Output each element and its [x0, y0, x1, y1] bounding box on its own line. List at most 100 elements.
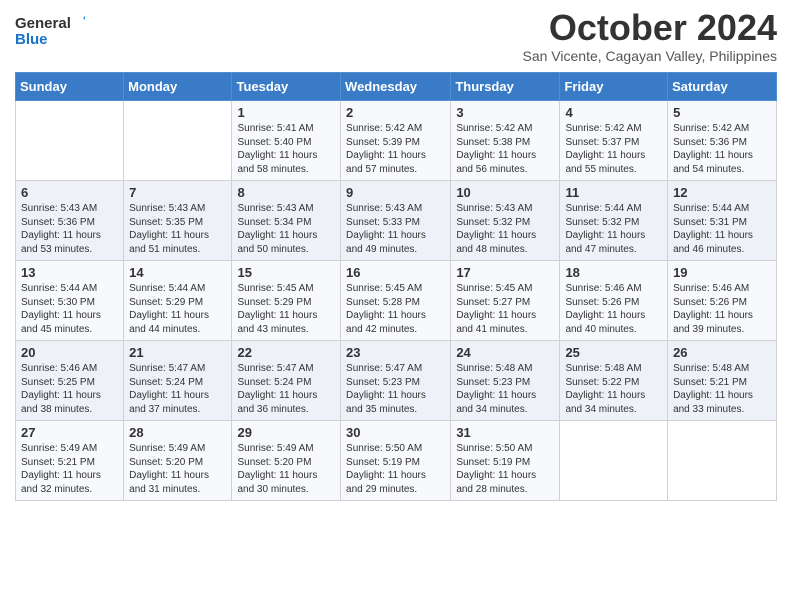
day-number: 1 — [237, 105, 335, 120]
calendar-cell: 3Sunrise: 5:42 AM Sunset: 5:38 PM Daylig… — [451, 101, 560, 181]
calendar-cell: 25Sunrise: 5:48 AM Sunset: 5:22 PM Dayli… — [560, 341, 668, 421]
calendar-day-header: Tuesday — [232, 73, 341, 101]
title-block: October 2024 San Vicente, Cagayan Valley… — [523, 10, 778, 64]
calendar-cell: 20Sunrise: 5:46 AM Sunset: 5:25 PM Dayli… — [16, 341, 124, 421]
day-number: 3 — [456, 105, 554, 120]
cell-content: Sunrise: 5:44 AM Sunset: 5:29 PM Dayligh… — [129, 282, 226, 336]
calendar-cell: 21Sunrise: 5:47 AM Sunset: 5:24 PM Dayli… — [124, 341, 232, 421]
subtitle: San Vicente, Cagayan Valley, Philippines — [523, 48, 778, 64]
calendar-cell — [16, 101, 124, 181]
calendar-week-row: 13 Sunrise: 5:44 AM Sunset: 5:30 PM Dayli… — [16, 261, 777, 341]
calendar-cell: 12Sunrise: 5:44 AM Sunset: 5:31 PM Dayli… — [668, 181, 777, 261]
calendar-cell: 15 Sunrise: 5:45 AM Sunset: 5:29 PM Dayli… — [232, 261, 341, 341]
cell-content: Sunrise: 5:44 AM Sunset: 5:32 PM Dayligh… — [565, 202, 662, 256]
calendar-cell: 28Sunrise: 5:49 AM Sunset: 5:20 PM Dayli… — [124, 421, 232, 501]
page: General Blue October 2024 San Vicente, C… — [0, 0, 792, 516]
cell-content: Sunrise: 5:45 AM Sunset: 5:28 PM Dayligh… — [346, 282, 445, 336]
calendar-day-header: Sunday — [16, 73, 124, 101]
calendar-day-header: Saturday — [668, 73, 777, 101]
day-number: 14 — [129, 265, 226, 280]
svg-text:Blue: Blue — [15, 31, 48, 48]
calendar-header-row: SundayMondayTuesdayWednesdayThursdayFrid… — [16, 73, 777, 101]
calendar-cell — [668, 421, 777, 501]
day-number: 10 — [456, 185, 554, 200]
calendar-week-row: 20Sunrise: 5:46 AM Sunset: 5:25 PM Dayli… — [16, 341, 777, 421]
day-number: 4 — [565, 105, 662, 120]
calendar-week-row: 27Sunrise: 5:49 AM Sunset: 5:21 PM Dayli… — [16, 421, 777, 501]
cell-content: Sunrise: 5:42 AM Sunset: 5:37 PM Dayligh… — [565, 122, 662, 176]
day-number: 19 — [673, 265, 771, 280]
calendar-cell: 11Sunrise: 5:44 AM Sunset: 5:32 PM Dayli… — [560, 181, 668, 261]
cell-content: Sunrise: 5:44 AM Sunset: 5:30 PM Dayligh… — [21, 282, 118, 336]
cell-content: Sunrise: 5:42 AM Sunset: 5:39 PM Dayligh… — [346, 122, 445, 176]
day-number: 17 — [456, 265, 554, 280]
calendar-cell: 30 Sunrise: 5:50 AM Sunset: 5:19 PM Dayli… — [341, 421, 451, 501]
calendar-cell: 17 Sunrise: 5:45 AM Sunset: 5:27 PM Dayli… — [451, 261, 560, 341]
cell-content: Sunrise: 5:48 AM Sunset: 5:23 PM Dayligh… — [456, 362, 554, 416]
calendar-day-header: Friday — [560, 73, 668, 101]
day-number: 21 — [129, 345, 226, 360]
cell-content: Sunrise: 5:49 AM Sunset: 5:20 PM Dayligh… — [129, 442, 226, 496]
svg-text:General: General — [15, 15, 71, 32]
day-number: 7 — [129, 185, 226, 200]
cell-content: Sunrise: 5:48 AM Sunset: 5:21 PM Dayligh… — [673, 362, 771, 416]
cell-content: Sunrise: 5:42 AM Sunset: 5:36 PM Dayligh… — [673, 122, 771, 176]
logo: General Blue — [15, 10, 85, 52]
day-number: 30 — [346, 425, 445, 440]
cell-content: Sunrise: 5:41 AM Sunset: 5:40 PM Dayligh… — [237, 122, 335, 176]
calendar-cell: 7 Sunrise: 5:43 AM Sunset: 5:35 PM Daylig… — [124, 181, 232, 261]
day-number: 25 — [565, 345, 662, 360]
calendar-cell: 22Sunrise: 5:47 AM Sunset: 5:24 PM Dayli… — [232, 341, 341, 421]
calendar-cell: 1 Sunrise: 5:41 AM Sunset: 5:40 PM Daylig… — [232, 101, 341, 181]
calendar-cell: 31 Sunrise: 5:50 AM Sunset: 5:19 PM Dayli… — [451, 421, 560, 501]
calendar-cell: 6Sunrise: 5:43 AM Sunset: 5:36 PM Daylig… — [16, 181, 124, 261]
day-number: 31 — [456, 425, 554, 440]
cell-content: Sunrise: 5:47 AM Sunset: 5:24 PM Dayligh… — [237, 362, 335, 416]
day-number: 29 — [237, 425, 335, 440]
calendar-week-row: 1 Sunrise: 5:41 AM Sunset: 5:40 PM Daylig… — [16, 101, 777, 181]
day-number: 9 — [346, 185, 445, 200]
cell-content: Sunrise: 5:43 AM Sunset: 5:33 PM Dayligh… — [346, 202, 445, 256]
calendar-cell: 24 Sunrise: 5:48 AM Sunset: 5:23 PM Dayli… — [451, 341, 560, 421]
calendar-cell: 29 Sunrise: 5:49 AM Sunset: 5:20 PM Dayli… — [232, 421, 341, 501]
calendar-cell: 16 Sunrise: 5:45 AM Sunset: 5:28 PM Dayli… — [341, 261, 451, 341]
cell-content: Sunrise: 5:43 AM Sunset: 5:32 PM Dayligh… — [456, 202, 554, 256]
calendar-cell: 13 Sunrise: 5:44 AM Sunset: 5:30 PM Dayli… — [16, 261, 124, 341]
cell-content: Sunrise: 5:43 AM Sunset: 5:35 PM Dayligh… — [129, 202, 226, 256]
day-number: 24 — [456, 345, 554, 360]
day-number: 18 — [565, 265, 662, 280]
logo-svg: General Blue — [15, 10, 85, 52]
day-number: 6 — [21, 185, 118, 200]
calendar-cell — [124, 101, 232, 181]
calendar-cell: 26 Sunrise: 5:48 AM Sunset: 5:21 PM Dayli… — [668, 341, 777, 421]
header: General Blue October 2024 San Vicente, C… — [15, 10, 777, 64]
cell-content: Sunrise: 5:43 AM Sunset: 5:34 PM Dayligh… — [237, 202, 335, 256]
cell-content: Sunrise: 5:45 AM Sunset: 5:29 PM Dayligh… — [237, 282, 335, 336]
calendar-cell: 8 Sunrise: 5:43 AM Sunset: 5:34 PM Daylig… — [232, 181, 341, 261]
day-number: 12 — [673, 185, 771, 200]
month-title: October 2024 — [523, 10, 778, 46]
day-number: 26 — [673, 345, 771, 360]
calendar-cell: 18 Sunrise: 5:46 AM Sunset: 5:26 PM Dayli… — [560, 261, 668, 341]
day-number: 13 — [21, 265, 118, 280]
cell-content: Sunrise: 5:50 AM Sunset: 5:19 PM Dayligh… — [346, 442, 445, 496]
cell-content: Sunrise: 5:45 AM Sunset: 5:27 PM Dayligh… — [456, 282, 554, 336]
cell-content: Sunrise: 5:46 AM Sunset: 5:26 PM Dayligh… — [673, 282, 771, 336]
cell-content: Sunrise: 5:50 AM Sunset: 5:19 PM Dayligh… — [456, 442, 554, 496]
calendar-cell: 4 Sunrise: 5:42 AM Sunset: 5:37 PM Daylig… — [560, 101, 668, 181]
cell-content: Sunrise: 5:46 AM Sunset: 5:26 PM Dayligh… — [565, 282, 662, 336]
calendar-cell: 5Sunrise: 5:42 AM Sunset: 5:36 PM Daylig… — [668, 101, 777, 181]
calendar-cell: 23Sunrise: 5:47 AM Sunset: 5:23 PM Dayli… — [341, 341, 451, 421]
day-number: 16 — [346, 265, 445, 280]
calendar-day-header: Thursday — [451, 73, 560, 101]
day-number: 2 — [346, 105, 445, 120]
day-number: 8 — [237, 185, 335, 200]
calendar-cell: 19 Sunrise: 5:46 AM Sunset: 5:26 PM Dayli… — [668, 261, 777, 341]
day-number: 15 — [237, 265, 335, 280]
cell-content: Sunrise: 5:49 AM Sunset: 5:20 PM Dayligh… — [237, 442, 335, 496]
calendar-cell: 9 Sunrise: 5:43 AM Sunset: 5:33 PM Daylig… — [341, 181, 451, 261]
calendar-cell: 14 Sunrise: 5:44 AM Sunset: 5:29 PM Dayli… — [124, 261, 232, 341]
calendar-cell: 27Sunrise: 5:49 AM Sunset: 5:21 PM Dayli… — [16, 421, 124, 501]
calendar-day-header: Wednesday — [341, 73, 451, 101]
calendar-table: SundayMondayTuesdayWednesdayThursdayFrid… — [15, 72, 777, 501]
